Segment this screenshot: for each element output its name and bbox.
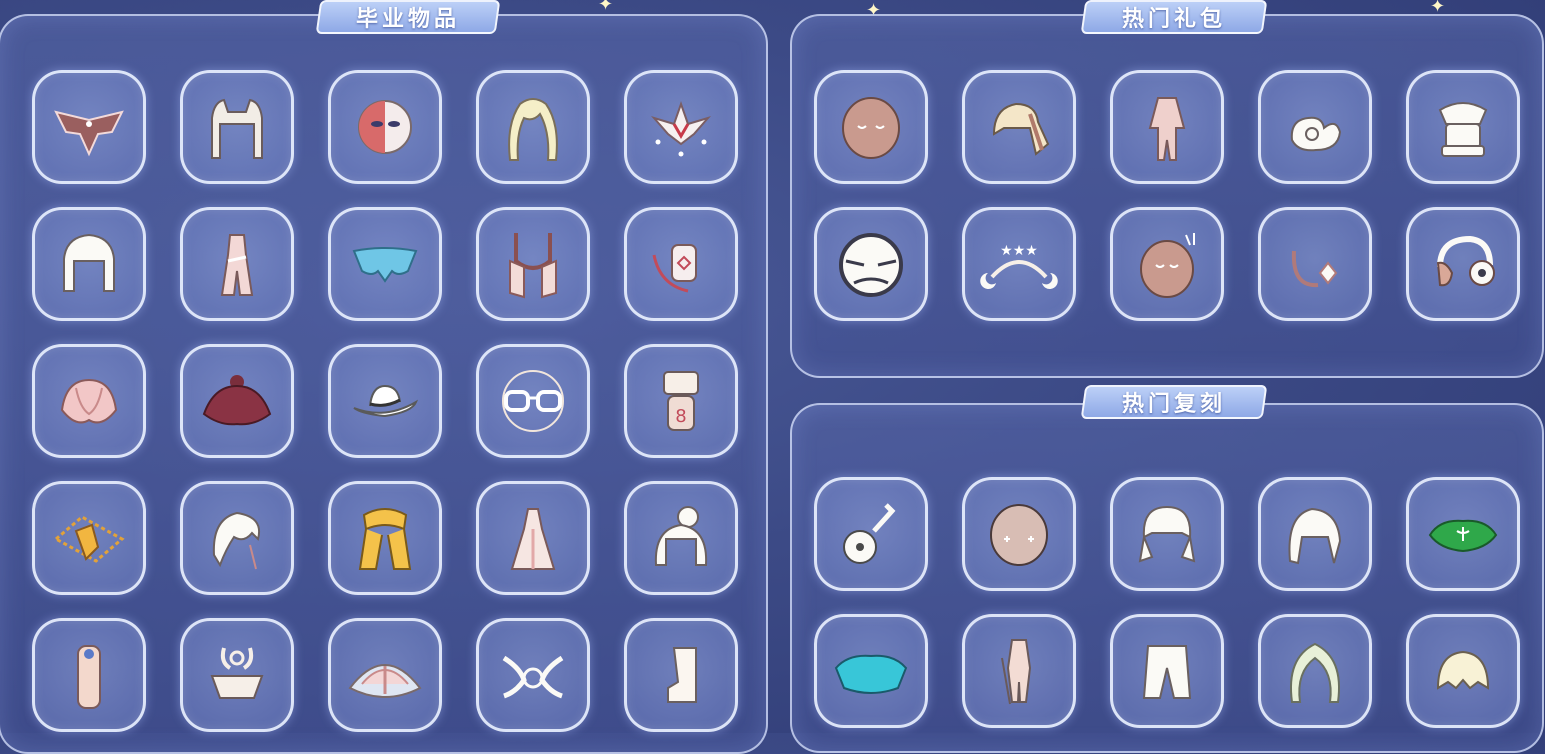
hot-gifts-panel: ★★★ <box>790 14 1544 378</box>
sleepy-mask-icon <box>842 97 900 159</box>
ponytail-hair-icon <box>992 102 1050 156</box>
dress-outfit-icon <box>220 234 254 296</box>
gift-slot-pink-outfit[interactable] <box>1110 70 1224 184</box>
item-slot-gold-amulet[interactable] <box>32 481 146 595</box>
puffy-outfit-icon <box>1438 102 1488 157</box>
pants-icon <box>1142 645 1192 699</box>
item-slot-fan-cape[interactable] <box>328 618 442 732</box>
gift-slot-sleepy-mask[interactable] <box>814 70 928 184</box>
item-slot-antler-mask[interactable] <box>180 618 294 732</box>
graduation-items-panel: 8 <box>0 14 768 754</box>
item-slot-robe-outfit[interactable] <box>476 481 590 595</box>
ornament-prop-icon <box>652 244 697 293</box>
sparkle-icon: ✦ <box>598 0 614 15</box>
green-cape-icon <box>1428 519 1498 553</box>
item-slot-bob-hair[interactable] <box>32 207 146 321</box>
rerun-slot-sword-outfit[interactable] <box>962 614 1076 728</box>
item-slot-cat-ear-hair[interactable] <box>180 70 294 184</box>
gift-slot-headphones[interactable] <box>1406 207 1520 321</box>
wing-mask-icon <box>502 655 564 699</box>
hot-rerun-title: 热门复刻 <box>1080 385 1268 419</box>
item-slot-gold-scarf[interactable] <box>328 481 442 595</box>
cat-mask-icon <box>839 233 903 297</box>
item-slot-boot[interactable] <box>624 618 738 732</box>
item-slot-cowboy-hat[interactable] <box>328 344 442 458</box>
rerun-slot-green-cape[interactable] <box>1406 477 1520 591</box>
guitar-icon <box>843 503 896 564</box>
moon-headband-icon: ★★★ <box>980 243 1058 289</box>
item-slot-half-mask[interactable] <box>328 70 442 184</box>
antenna-mask-icon <box>1140 233 1195 298</box>
rerun-slot-twin-tail-hair[interactable] <box>1258 477 1372 591</box>
item-slot-totem-prop[interactable]: 8 <box>624 344 738 458</box>
rerun-slot-cyan-cape[interactable] <box>814 614 928 728</box>
item-slot-lotus-headpiece[interactable] <box>624 70 738 184</box>
snail-hair-icon <box>1290 116 1342 152</box>
earring-icon <box>1291 250 1338 288</box>
item-slot-wing-cape[interactable] <box>32 70 146 184</box>
item-slot-dress-outfit[interactable] <box>180 207 294 321</box>
cat-ear-hair-icon <box>211 98 263 159</box>
half-mask-icon <box>358 100 412 154</box>
scroll-prop-icon <box>77 645 101 709</box>
item-slot-long-blonde-hair[interactable] <box>476 70 590 184</box>
butterfly-cape-icon <box>352 247 418 283</box>
scarf-cape-icon <box>509 233 557 299</box>
item-slot-feather-hair[interactable] <box>180 481 294 595</box>
headphones-icon <box>1436 235 1495 287</box>
glasses-icon <box>502 370 564 432</box>
blush-mask-icon <box>990 504 1048 566</box>
item-slot-butterfly-cape[interactable] <box>328 207 442 321</box>
wing-cape-icon <box>54 110 124 157</box>
wavy-hair-icon <box>1290 642 1340 703</box>
svg-text:★★★: ★★★ <box>1000 243 1038 259</box>
gift-slot-ponytail-hair[interactable] <box>962 70 1076 184</box>
rerun-slot-pigtail-hair[interactable] <box>1110 477 1224 591</box>
fan-cape-icon <box>348 664 422 698</box>
item-slot-wing-mask[interactable] <box>476 618 590 732</box>
red-cape-icon <box>202 375 272 426</box>
robe-outfit-icon <box>510 508 556 570</box>
rerun-slot-guitar[interactable] <box>814 477 928 591</box>
rerun-slot-blush-mask[interactable] <box>962 477 1076 591</box>
rerun-slot-pants[interactable] <box>1110 614 1224 728</box>
item-slot-glasses[interactable] <box>476 344 590 458</box>
gift-slot-puffy-outfit[interactable] <box>1406 70 1520 184</box>
gold-amulet-icon <box>53 515 125 563</box>
bob-hair-icon <box>63 233 115 292</box>
short-hair-icon <box>1436 650 1490 690</box>
hot-rerun-panel <box>790 403 1544 753</box>
twin-tail-hair-icon <box>1288 507 1342 565</box>
svg-text:8: 8 <box>675 406 686 427</box>
graduation-items-title: 毕业物品 <box>315 0 501 34</box>
item-slot-red-cape[interactable] <box>180 344 294 458</box>
item-slot-shell-cape[interactable] <box>32 344 146 458</box>
gift-slot-moon-headband[interactable]: ★★★ <box>962 207 1076 321</box>
gift-slot-earring[interactable] <box>1258 207 1372 321</box>
pigtail-hair-icon <box>1138 505 1196 563</box>
pink-outfit-icon <box>1148 97 1186 161</box>
gift-slot-cat-mask[interactable] <box>814 207 928 321</box>
rerun-slot-short-hair[interactable] <box>1406 614 1520 728</box>
gift-slot-antenna-mask[interactable] <box>1110 207 1224 321</box>
gold-scarf-icon <box>358 508 412 570</box>
rerun-slot-wavy-hair[interactable] <box>1258 614 1372 728</box>
feather-hair-icon <box>212 511 260 570</box>
item-slot-bun-hair[interactable] <box>624 481 738 595</box>
long-blonde-hair-icon <box>508 98 558 161</box>
cowboy-hat-icon <box>353 384 419 418</box>
hot-gifts-title: 热门礼包 <box>1080 0 1268 34</box>
boot-icon <box>667 647 697 703</box>
cyan-cape-icon <box>834 654 908 694</box>
sword-outfit-icon <box>1001 639 1032 705</box>
bun-hair-icon <box>654 506 708 566</box>
antler-mask-icon <box>210 647 264 699</box>
shell-cape-icon <box>60 378 118 424</box>
totem-prop-icon: 8 <box>663 371 699 431</box>
lotus-headpiece-icon <box>650 100 712 157</box>
gift-slot-snail-hair[interactable] <box>1258 70 1372 184</box>
item-slot-scarf-cape[interactable] <box>476 207 590 321</box>
item-slot-scroll-prop[interactable] <box>32 618 146 732</box>
item-slot-ornament-prop[interactable] <box>624 207 738 321</box>
